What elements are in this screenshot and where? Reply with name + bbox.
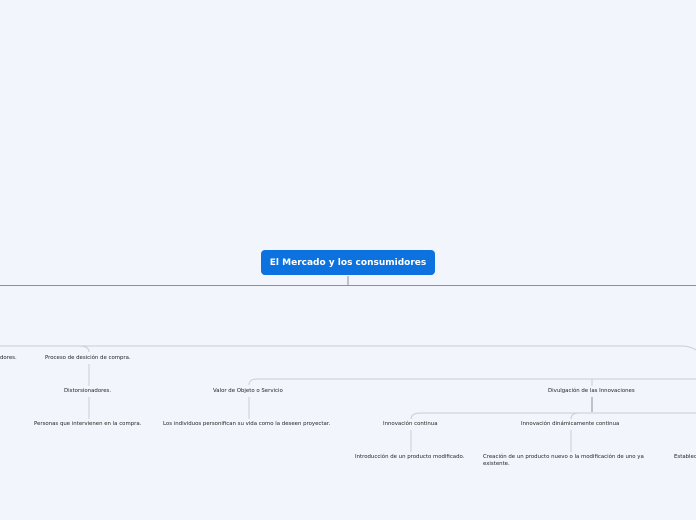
node-valor-objeto[interactable]: Valor de Objeto o Servicio (213, 388, 283, 395)
node-divulgacion[interactable]: Divulgación de las Innovaciones (548, 388, 635, 395)
node-individuos[interactable]: Los individuos personifican su vida como… (163, 421, 330, 428)
node-personas-compra[interactable]: Personas que intervienen en la compra. (34, 421, 141, 428)
node-proceso-decision[interactable]: Proceso de desición de compra. (45, 355, 131, 362)
node-introduccion-producto[interactable]: Introducción de un producto modificado. (355, 454, 464, 461)
node-fragment-right[interactable]: Establec (674, 454, 696, 461)
node-fragment-left[interactable]: dores. (0, 355, 17, 362)
node-innovacion-continua[interactable]: Innovación continua (383, 421, 438, 428)
node-innovacion-dinamica[interactable]: Innovación dinámicamente continua (521, 421, 619, 428)
central-topic[interactable]: El Mercado y los consumidores (261, 250, 435, 275)
level2-line (0, 345, 696, 351)
node-creacion-producto[interactable]: Creación de un producto nuevo o la modif… (483, 454, 653, 468)
level3-line (248, 378, 696, 386)
node-distorsionadores[interactable]: Distorsionadores. (64, 388, 111, 395)
level4-line (410, 412, 696, 420)
dinamica-connector (570, 412, 580, 420)
proceso-connector (78, 345, 90, 353)
